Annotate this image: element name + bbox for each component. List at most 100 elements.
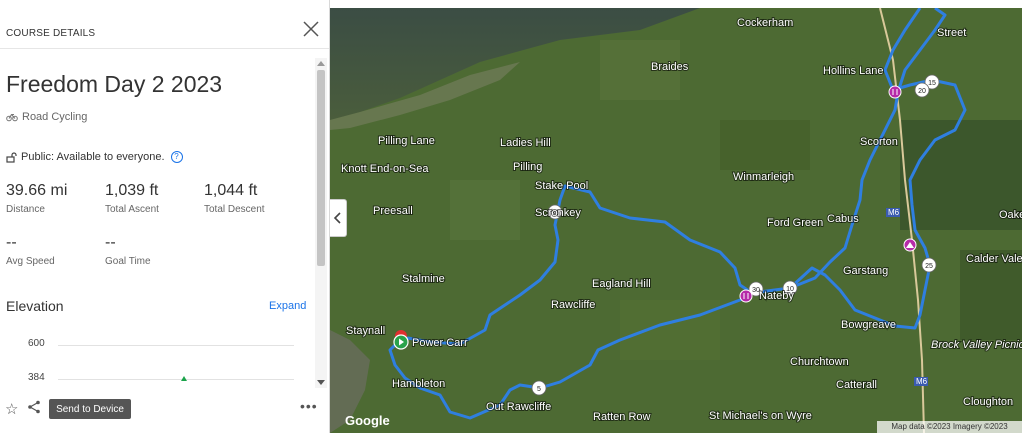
stat-label: Avg Speed: [6, 256, 55, 267]
more-options-icon[interactable]: •••: [300, 398, 318, 414]
place-label: Calder Vale: [966, 253, 1022, 265]
field-patch: [620, 300, 720, 360]
stat-value: 1,044 ft: [204, 182, 258, 199]
place-label: Ratten Row: [593, 411, 651, 423]
place-label: Scronkey: [535, 207, 581, 219]
stat-avg-speed: -- Avg Speed: [6, 234, 55, 267]
collapse-panel-button[interactable]: [330, 199, 347, 237]
chevron-left-icon: [333, 212, 341, 224]
share-icon[interactable]: [27, 400, 41, 414]
place-label: Brock Valley Picnic: [931, 339, 1022, 351]
help-icon[interactable]: ?: [170, 151, 183, 163]
map-attribution[interactable]: Map data ©2023 Imagery ©2023 TerraMetric…: [877, 421, 1022, 443]
place-label: Rawcliffe: [551, 299, 595, 311]
panel-caption: COURSE DETAILS: [6, 28, 96, 39]
stat-label: Goal Time: [105, 256, 151, 267]
place-label: Stalmine: [402, 273, 445, 285]
scroll-down-icon[interactable]: [317, 380, 325, 385]
place-label: Stake Pool: [535, 180, 588, 192]
stat-label: Total Descent: [204, 204, 265, 215]
expand-link[interactable]: Expand: [269, 300, 306, 312]
sport-label: Road Cycling: [22, 111, 88, 123]
cafe-poi-icon[interactable]: [888, 85, 902, 99]
satellite-map[interactable]: M6 M6 35 30 10 15 20 25 5 Cockerham Brai…: [330, 8, 1022, 433]
privacy-label: Public: Available to everyone.: [21, 151, 165, 163]
km-marker-5[interactable]: 5: [531, 380, 547, 396]
panel-header: COURSE DETAILS: [0, 0, 329, 49]
svg-text:5: 5: [537, 386, 541, 393]
summit-poi-icon[interactable]: [903, 238, 917, 252]
stat-label: Total Ascent: [105, 204, 159, 215]
stat-total-ascent: 1,039 ft Total Ascent: [105, 182, 159, 215]
map-view[interactable]: M6 M6 35 30 10 15 20 25 5 Cockerham Brai…: [330, 8, 1022, 433]
place-label: Churchtown: [790, 356, 849, 368]
place-label: Braides: [651, 61, 689, 73]
place-label: Eagland Hill: [592, 278, 651, 290]
svg-text:20: 20: [918, 88, 926, 95]
place-label: Ladies Hill: [500, 137, 551, 149]
place-label: Ford Green: [767, 217, 823, 229]
place-label: Hambleton: [392, 378, 445, 390]
place-label: Cabus: [827, 213, 859, 225]
place-label: Street: [937, 27, 966, 39]
place-label: Hollins Lane: [823, 65, 884, 77]
road-label: M6: [916, 377, 928, 386]
place-label: Scorton: [860, 136, 898, 148]
send-to-device-button[interactable]: Send to Device: [49, 399, 131, 419]
km-marker-20[interactable]: 20: [914, 82, 930, 98]
place-label: Cockerham: [737, 17, 793, 29]
elevation-tick: 384: [28, 372, 45, 383]
stat-label: Distance: [6, 204, 45, 215]
place-label: Bowgreave: [841, 319, 896, 331]
place-label: Out Rawcliffe: [486, 401, 551, 413]
elevation-tick: 600: [28, 338, 45, 349]
course-title: Freedom Day 2 2023: [6, 71, 223, 97]
close-icon[interactable]: [300, 18, 322, 40]
place-label: Winmarleigh: [733, 171, 794, 183]
panel-scrollbar[interactable]: [315, 58, 327, 388]
start-marker-icon[interactable]: [393, 330, 409, 350]
place-label: Staynall: [346, 325, 385, 337]
field-patch: [450, 180, 520, 240]
place-label: St Michael's on Wyre: [709, 410, 812, 422]
bottom-strip: [0, 433, 1022, 441]
scroll-up-icon[interactable]: [317, 61, 325, 66]
stat-total-descent: 1,044 ft Total Descent: [204, 182, 265, 215]
course-details-panel: COURSE DETAILS Freedom Day 2 2023 Road C…: [0, 0, 330, 441]
stat-distance: 39.66 mi Distance: [6, 182, 67, 215]
km-marker-25[interactable]: 25: [921, 257, 937, 273]
place-label: Pilling: [513, 161, 542, 173]
cafe-poi-icon[interactable]: [739, 289, 753, 303]
course-info: Freedom Day 2 2023 Road Cycling Public: …: [0, 49, 315, 385]
place-label: Cloughton: [963, 396, 1013, 408]
place-label: Knott End-on-Sea: [341, 163, 429, 175]
elevation-marker: [181, 376, 187, 381]
place-label: Catterall: [836, 379, 877, 391]
sport-type: Road Cycling: [6, 111, 87, 123]
place-label: Preesall: [373, 205, 413, 217]
svg-text:15: 15: [928, 80, 936, 87]
place-label: Garstang: [843, 265, 888, 277]
place-label: Nateby: [759, 290, 794, 302]
panel-footer: ☆ Send to Device •••: [0, 390, 329, 430]
unlock-icon: [6, 151, 17, 163]
stat-value: --: [105, 234, 116, 251]
stat-value: --: [6, 234, 17, 251]
place-label: Pilling Lane: [378, 135, 435, 147]
elevation-gridline: [58, 345, 294, 346]
privacy-row: Public: Available to everyone. ?: [6, 151, 183, 163]
stat-value: 39.66 mi: [6, 182, 68, 199]
place-label: Oake: [999, 209, 1022, 221]
svg-text:25: 25: [925, 263, 933, 270]
bike-icon: [6, 114, 18, 122]
stat-value: 1,039 ft: [105, 182, 159, 199]
place-label: Power Carr: [412, 337, 468, 349]
road-label: M6: [888, 208, 900, 217]
scrollbar-thumb[interactable]: [317, 70, 325, 266]
field-patch: [720, 120, 810, 170]
stat-goal-time: -- Goal Time: [105, 234, 151, 267]
google-logo: Google: [345, 413, 390, 428]
elevation-title: Elevation: [6, 298, 64, 314]
elevation-gridline: [58, 379, 294, 380]
favorite-star-icon[interactable]: ☆: [5, 400, 18, 418]
